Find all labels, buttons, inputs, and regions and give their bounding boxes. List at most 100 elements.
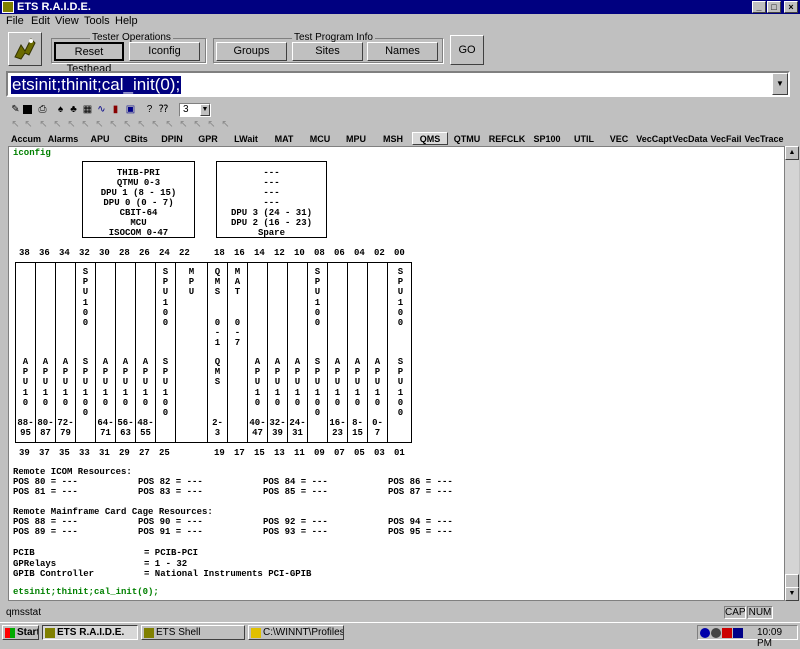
tab-refclk[interactable]: REFCLK [486, 133, 528, 145]
arrow-tool-icon[interactable]: ↖ [66, 119, 77, 130]
sites-button[interactable]: Sites [292, 42, 363, 61]
taskbar-item-explorer[interactable]: C:\WINNT\Profiles\... [248, 625, 344, 640]
tab-dpin[interactable]: DPIN [154, 133, 190, 145]
bar-chart-icon[interactable]: ▮ [110, 104, 121, 115]
chart-icon[interactable]: ∿ [96, 104, 107, 115]
arrow-tool-icon[interactable]: ↖ [136, 119, 147, 130]
minimize-button[interactable]: _ [752, 1, 766, 13]
taskbar-item-label: ETS R.A.I.D.E. [57, 627, 125, 638]
arrow-tool-icon[interactable]: ↖ [122, 119, 133, 130]
remote-icom-title: Remote ICOM Resources: [13, 467, 132, 477]
tab-gpr[interactable]: GPR [190, 133, 226, 145]
spinner-dropdown-icon[interactable]: ▼ [200, 104, 210, 116]
start-button[interactable]: Start [2, 625, 39, 640]
arrow-tool-icon[interactable]: ↖ [94, 119, 105, 130]
tab-cbits[interactable]: CBits [118, 133, 154, 145]
arrow-tool-icon[interactable]: ↖ [108, 119, 119, 130]
card-cage: A P U 1 0 88- 95 A P U 1 0 80- 87 A P U 1 … [15, 262, 412, 443]
app-logo-button[interactable] [8, 32, 42, 66]
spade-icon[interactable]: ♠ [55, 104, 66, 115]
tab-vecdata[interactable]: VecData [672, 133, 708, 145]
menu-view[interactable]: View [55, 14, 79, 28]
tab-sp100[interactable]: SP100 [528, 133, 566, 145]
arrow-tool-icon[interactable]: ↖ [220, 119, 231, 130]
menu-file[interactable]: File [6, 14, 24, 28]
slot-number: 05 [354, 448, 365, 458]
scroll-down-icon[interactable]: ▼ [785, 587, 799, 601]
arrow-tool-icon[interactable]: ↖ [206, 119, 217, 130]
arrow-tool-icon[interactable]: ↖ [150, 119, 161, 130]
arrow-tool-icon[interactable]: ↖ [10, 119, 21, 130]
arrow-tool-icon[interactable]: ↖ [80, 119, 91, 130]
slot-number: 14 [254, 248, 265, 258]
tab-qms[interactable]: QMS [412, 132, 448, 145]
tab-lwait[interactable]: LWait [226, 133, 266, 145]
scroll-up-icon[interactable]: ▲ [785, 146, 799, 160]
save-icon[interactable] [23, 105, 32, 114]
config-value: = National Instruments PCI-GPIB [144, 569, 312, 579]
tab-vec[interactable]: VEC [602, 133, 636, 145]
menu-edit[interactable]: Edit [31, 14, 50, 28]
box-line: DPU 1 (8 - 15) [100, 188, 177, 198]
command-input-value: etsinit;thinit;cal_init(0); [11, 75, 182, 94]
card-label-lower: S P U 1 0 0 [162, 357, 169, 419]
club-icon[interactable]: ♣ [68, 104, 79, 115]
taskbar: Start ETS R.A.I.D.E. ETS Shell C:\WINNT\… [0, 622, 800, 649]
box-line: DPU 2 (16 - 23) [230, 218, 312, 228]
tab-accum[interactable]: Accum [8, 133, 44, 145]
close-button[interactable]: × [784, 1, 798, 13]
taskbar-item-raide[interactable]: ETS R.A.I.D.E. [42, 625, 138, 640]
arrow-tool-icon[interactable]: ↖ [178, 119, 189, 130]
tab-apu[interactable]: APU [82, 133, 118, 145]
command-dropdown-button[interactable]: ▼ [772, 73, 788, 95]
tab-alarms[interactable]: Alarms [44, 133, 82, 145]
arrow-tool-icon[interactable]: ↖ [38, 119, 49, 130]
names-button[interactable]: Names [367, 42, 438, 61]
spinner-field[interactable]: 3 ▼ [179, 103, 211, 117]
tab-mat[interactable]: MAT [266, 133, 302, 145]
tab-vectrace[interactable]: VecTrace [744, 133, 784, 145]
tray-network-icon[interactable] [700, 628, 710, 638]
resource-cell: POS 83 = --- [138, 487, 203, 497]
tray-warning-icon[interactable] [722, 628, 732, 638]
slot-number: 38 [19, 248, 30, 258]
menu-help[interactable]: Help [115, 14, 138, 28]
arrow-tool-icon[interactable]: ↖ [192, 119, 203, 130]
whatsthis-icon[interactable]: ⁇ [158, 104, 169, 115]
grid-icon[interactable]: ▦ [82, 104, 93, 115]
arrow-tool-icon[interactable]: ↖ [164, 119, 175, 130]
card-slot: S P U 1 0 0 S P U 1 0 0 [76, 263, 96, 442]
image-icon[interactable]: ▣ [125, 104, 136, 115]
icon-toolbar: ✎ ⎙ ♠ ♣ ▦ ∿ ▮ ▣ ? ⁇ 3 ▼ [0, 103, 220, 117]
slot-number: 37 [39, 448, 50, 458]
windows-logo-icon [5, 628, 15, 638]
slot-number: 31 [99, 448, 110, 458]
tray-clock-icon[interactable] [711, 628, 721, 638]
arrow-tool-icon[interactable]: ↖ [52, 119, 63, 130]
print-icon[interactable]: ⎙ [37, 104, 48, 115]
tab-mcu[interactable]: MCU [302, 133, 338, 145]
tab-util[interactable]: UTIL [566, 133, 602, 145]
tab-veccapt[interactable]: VecCapt [636, 133, 672, 145]
output-pane[interactable]: iconfig THIB-PRI QTMU 0-3 DPU 1 (8 - 15)… [8, 146, 785, 601]
arrow-tool-icon[interactable]: ↖ [23, 119, 34, 130]
help-icon[interactable]: ? [144, 104, 155, 115]
tray-app-icon[interactable] [733, 628, 743, 638]
tab-msh[interactable]: MSH [374, 133, 412, 145]
command-input[interactable]: etsinit;thinit;cal_init(0); ▼ [6, 71, 790, 97]
reset-testhead-button[interactable]: Reset Testhead [54, 42, 124, 75]
tab-vecfail[interactable]: VecFail [708, 133, 744, 145]
scroll-thumb[interactable] [785, 574, 799, 588]
card-slot: M A T 0 - 7 [228, 263, 248, 442]
iconfig-button[interactable]: Iconfig [129, 42, 200, 61]
slot-number: 11 [294, 448, 305, 458]
maximize-button[interactable]: □ [767, 1, 781, 13]
groups-button[interactable]: Groups [216, 42, 287, 61]
vertical-scrollbar[interactable]: ▲ ▼ [785, 146, 799, 601]
tab-qtmu[interactable]: QTMU [448, 133, 486, 145]
tab-mpu[interactable]: MPU [338, 133, 374, 145]
pencil-icon[interactable]: ✎ [10, 104, 21, 115]
go-button[interactable]: GO [450, 35, 484, 65]
taskbar-item-shell[interactable]: ETS Shell [141, 625, 245, 640]
menu-tools[interactable]: Tools [84, 14, 110, 28]
